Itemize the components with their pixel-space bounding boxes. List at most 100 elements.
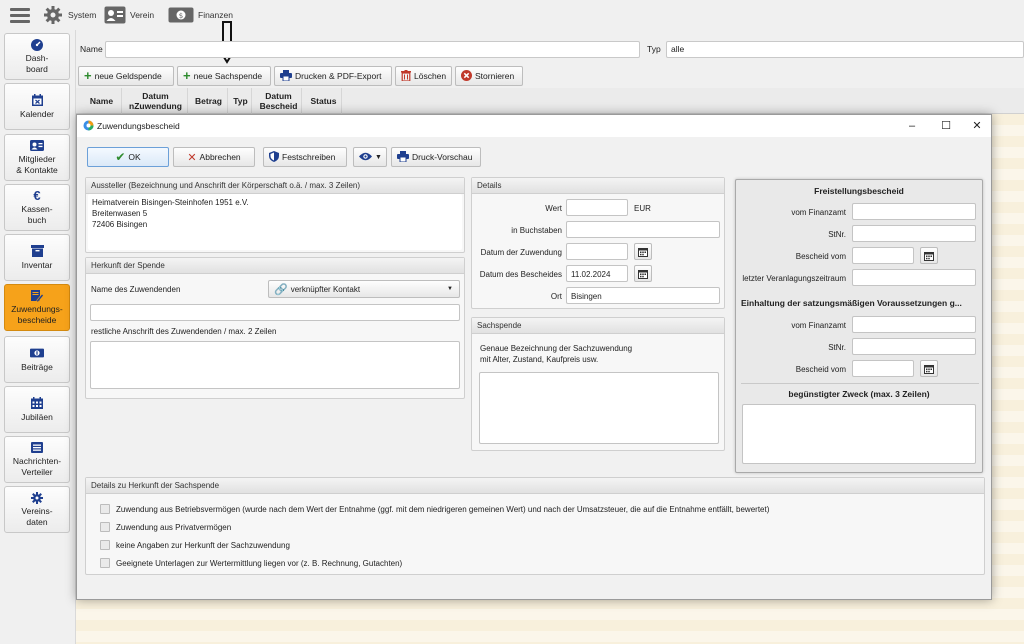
- stnr-2-input[interactable]: [852, 338, 976, 355]
- system-label: System: [68, 10, 97, 20]
- datum-bescheid-input[interactable]: 11.02.2024: [566, 265, 628, 282]
- sidebar-item-kassen-buch[interactable]: € Kassen- buch: [4, 184, 70, 231]
- datum-zuwendung-input[interactable]: [566, 243, 628, 260]
- datum-bescheid-label: Datum des Bescheides: [479, 270, 562, 279]
- stornieren-button[interactable]: Stornieren: [455, 66, 523, 86]
- calendar-icon[interactable]: [634, 243, 652, 260]
- sidebar-item-label: Inventar: [21, 259, 53, 270]
- freistellungsbescheid-header: Freistellungsbescheid: [814, 186, 904, 196]
- printer-icon: [397, 150, 409, 164]
- gear-icon: [30, 491, 44, 504]
- maximize-icon[interactable]: ☐: [939, 119, 953, 133]
- neue-geldspende-button[interactable]: + neue Geldspende: [78, 66, 174, 86]
- money-icon: [30, 347, 44, 360]
- betriebsvermoegen-checkbox[interactable]: [100, 504, 110, 514]
- chevron-down-icon: ▼: [375, 153, 382, 161]
- drucken-pdf-export-button[interactable]: Drucken & PDF-Export: [274, 66, 392, 86]
- verein-label: Verein: [130, 10, 155, 20]
- unterlagen-checkbox[interactable]: [100, 558, 110, 568]
- typ-filter-label: Typ: [647, 44, 661, 54]
- app-logo-icon: [83, 120, 94, 133]
- details-panel: Details Wert EUR in Buchstaben Datum der…: [471, 177, 725, 309]
- column-header-datum-zuwendung[interactable]: Datum nZuwendung: [124, 88, 188, 114]
- column-header-betrag[interactable]: Betrag: [190, 88, 228, 114]
- vom-finanzamt-label: vom Finanzamt: [791, 208, 846, 217]
- zweck-textarea[interactable]: [742, 404, 976, 464]
- calendar-icon: [30, 94, 44, 107]
- festschreiben-button[interactable]: Festschreiben: [263, 147, 347, 167]
- zuwendender-name-input[interactable]: [90, 304, 460, 321]
- wert-input[interactable]: [566, 199, 628, 216]
- herkunft-sachspende-panel: Details zu Herkunft der Sachspende Zuwen…: [85, 477, 985, 575]
- sidebar-item-kalender[interactable]: Kalender: [4, 83, 70, 130]
- column-header-typ[interactable]: Typ: [230, 88, 252, 114]
- sidebar-item-zuwendungs-bescheide[interactable]: Zuwendungs- bescheide: [4, 284, 70, 331]
- column-header-name[interactable]: Name: [82, 88, 122, 114]
- sidebar-item-label: Nachrichten- Verteiler: [12, 456, 62, 477]
- neue-sachspende-label: neue Sachspende: [193, 71, 263, 81]
- calendar-icon[interactable]: [920, 247, 938, 264]
- hamburger-menu-icon[interactable]: [10, 5, 30, 25]
- sidebar-item-beiträge[interactable]: Beiträge: [4, 336, 70, 383]
- sidebar-item-vereins-daten[interactable]: Vereins- daten: [4, 486, 70, 533]
- preview-eye-dropdown[interactable]: ▼: [353, 147, 387, 167]
- sidebar-item-jubiläen[interactable]: Jubiläen: [4, 386, 70, 433]
- shield-icon: [269, 150, 279, 164]
- sidebar-item-dash-board[interactable]: Dash- board: [4, 33, 70, 80]
- anschrift-textarea[interactable]: [90, 341, 460, 389]
- privatvermoegen-checkbox[interactable]: [100, 522, 110, 532]
- in-buchstaben-input[interactable]: [566, 221, 720, 238]
- bescheid-vom-2-input[interactable]: [852, 360, 914, 377]
- calendar-icon[interactable]: [920, 360, 938, 377]
- keine-angaben-checkbox[interactable]: [100, 540, 110, 550]
- sachspende-panel: Sachspende Genaue Bezeichnung der Sachzu…: [471, 317, 725, 451]
- sidebar-item-nachrichten-verteiler[interactable]: Nachrichten- Verteiler: [4, 436, 70, 483]
- ort-input[interactable]: Bisingen: [566, 287, 720, 304]
- sachspende-header: Sachspende: [472, 318, 724, 334]
- aussteller-textarea[interactable]: Heimatverein Bisingen-Steinhofen 1951 e.…: [88, 194, 462, 250]
- bescheid-vom-2-label: Bescheid vom: [795, 365, 846, 374]
- vom-finanzamt-2-input[interactable]: [852, 316, 976, 333]
- anschrift-label: restliche Anschrift des Zuwendenden / ma…: [91, 327, 277, 336]
- stnr-input[interactable]: [852, 225, 976, 242]
- cancel-circle-icon: [461, 69, 472, 83]
- zuwendender-name-label: Name des Zuwendenden: [91, 285, 181, 294]
- ok-button[interactable]: ✔ OK: [87, 147, 169, 167]
- veranlagungszeitraum-input[interactable]: [852, 269, 976, 286]
- sachspende-desc-line-1: Genaue Bezeichnung der Sachzuwendung: [480, 344, 633, 353]
- dialog-title: Zuwendungsbescheid: [97, 121, 180, 131]
- druck-vorschau-button[interactable]: Druck-Vorschau: [391, 147, 481, 167]
- currency-label: EUR: [634, 204, 651, 213]
- contact-card-icon: [30, 139, 44, 152]
- column-header-status[interactable]: Status: [306, 88, 342, 114]
- certificate-icon: [30, 289, 44, 302]
- freistellungsbescheid-panel: Freistellungsbescheid vom Finanzamt StNr…: [735, 179, 983, 473]
- money-icon: $: [168, 5, 194, 25]
- sachspende-textarea[interactable]: [479, 372, 719, 444]
- verein-button[interactable]: Verein: [104, 4, 154, 26]
- typ-filter-select[interactable]: alle: [666, 41, 1024, 58]
- dialog-title-bar: Zuwendungsbescheid – ☐ ✕: [77, 115, 991, 137]
- bescheid-vom-input[interactable]: [852, 247, 914, 264]
- system-button[interactable]: System: [42, 4, 96, 26]
- details-header: Details: [472, 178, 724, 194]
- sidebar-item-mitglieder-kontakte[interactable]: Mitglieder & Kontakte: [4, 134, 70, 181]
- mail-icon: [30, 441, 44, 454]
- drucken-label: Drucken & PDF-Export: [295, 71, 382, 81]
- name-filter-input[interactable]: [105, 41, 640, 58]
- loeschen-button[interactable]: Löschen: [395, 66, 452, 86]
- loeschen-label: Löschen: [414, 71, 447, 81]
- table-header: Name Datum nZuwendung Betrag Typ Datum B…: [76, 88, 1024, 114]
- sidebar-item-label: Zuwendungs- bescheide: [11, 304, 63, 325]
- abbrechen-button[interactable]: ✕ Abbrechen: [173, 147, 255, 167]
- close-icon[interactable]: ✕: [970, 119, 984, 133]
- vom-finanzamt-input[interactable]: [852, 203, 976, 220]
- neue-sachspende-button[interactable]: + neue Sachspende: [177, 66, 271, 86]
- minimize-icon[interactable]: –: [905, 119, 919, 133]
- calendar-icon[interactable]: [634, 265, 652, 282]
- sidebar-item-inventar[interactable]: Inventar: [4, 234, 70, 281]
- column-header-datum-bescheid[interactable]: Datum Bescheid: [256, 88, 302, 114]
- verknuepfter-kontakt-dropdown[interactable]: 🔗 verknüpfter Kontakt ▼: [268, 280, 460, 298]
- chevron-down-icon: ▼: [447, 286, 453, 292]
- stnr-label: StNr.: [828, 230, 846, 239]
